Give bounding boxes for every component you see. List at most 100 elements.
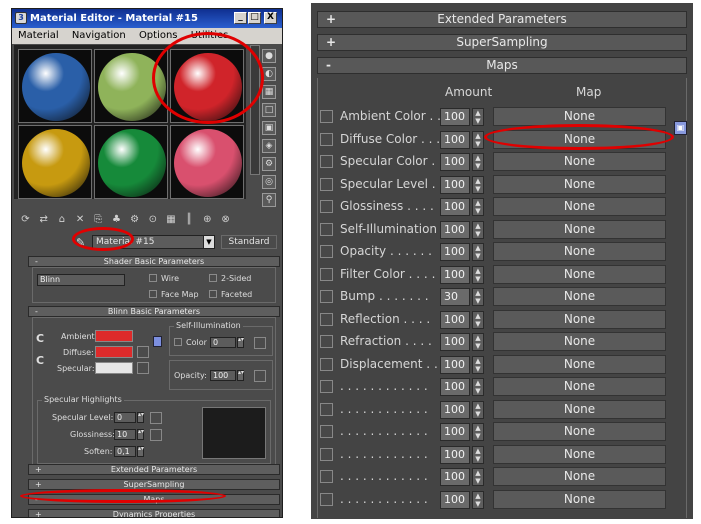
map-amount-spinner[interactable]: ▲ ▼ (472, 468, 484, 486)
sample-slot-3[interactable] (170, 49, 244, 123)
map-enable-checkbox[interactable] (320, 402, 333, 416)
map-amount-field[interactable]: 100 (440, 108, 470, 126)
map-enable-checkbox[interactable] (320, 132, 333, 146)
sample-slot-2[interactable] (94, 49, 168, 123)
rollout-supersampling[interactable]: + SuperSampling (28, 479, 280, 490)
map-amount-field[interactable]: 100 (440, 400, 470, 419)
background-icon[interactable]: ▦ (262, 85, 276, 99)
close-button[interactable]: X (264, 12, 277, 24)
ambient-color-swatch[interactable] (95, 330, 133, 342)
self-illum-color-checkbox[interactable] (174, 338, 182, 346)
assign-icon[interactable]: ⌂ (54, 214, 69, 225)
map-enable-checkbox[interactable] (320, 380, 333, 393)
self-illum-value[interactable]: 0 (210, 337, 236, 348)
map-enable-checkbox[interactable] (320, 470, 333, 483)
map-amount-spinner[interactable]: ▲ ▼ (472, 288, 484, 306)
material-name-field[interactable]: Material #15 (92, 235, 204, 249)
map-amount-field[interactable]: 100 (440, 220, 470, 239)
map-slot-button[interactable]: None (493, 264, 666, 284)
map-amount-spinner[interactable]: ▲ ▼ (472, 265, 484, 284)
opacity-map-button[interactable] (254, 370, 266, 382)
map-amount-field[interactable]: 100 (440, 468, 470, 486)
sample-slot-4[interactable] (18, 125, 92, 199)
get-material-icon[interactable]: ⟳ (18, 214, 33, 225)
map-slot-button[interactable]: None (493, 129, 666, 149)
map-slot-button[interactable]: None (493, 422, 666, 441)
rollout-blinn-basic[interactable]: - Blinn Basic Parameters (28, 306, 280, 317)
map-enable-checkbox[interactable] (320, 425, 333, 438)
slot-scrollbar[interactable] (250, 45, 260, 175)
options-icon[interactable]: ⚙ (262, 157, 276, 171)
map-enable-checkbox[interactable] (320, 290, 333, 303)
map-amount-field[interactable]: 100 (440, 310, 470, 329)
map-amount-field[interactable]: 100 (440, 490, 470, 509)
rollout-shader-basic[interactable]: - Shader Basic Parameters (28, 256, 280, 267)
map-amount-field[interactable]: 100 (440, 175, 470, 194)
map-amount-spinner[interactable]: ▲ ▼ (472, 400, 484, 419)
material-dropdown-arrow[interactable]: ▼ (203, 235, 215, 249)
map-slot-button[interactable]: None (493, 242, 666, 261)
map-amount-spinner[interactable]: ▲ ▼ (472, 108, 484, 126)
map-amount-spinner[interactable]: ▲ ▼ (472, 490, 484, 509)
rollout-extended-parameters[interactable]: + Extended Parameters (317, 11, 687, 28)
map-amount-field[interactable]: 100 (440, 333, 470, 351)
video-color-icon[interactable]: ▣ (262, 121, 276, 135)
rollout-maps[interactable]: - Maps (28, 494, 280, 505)
map-enable-checkbox[interactable] (320, 155, 333, 168)
put-to-scene-icon[interactable]: ⇄ (36, 214, 51, 225)
map-amount-field[interactable]: 100 (440, 445, 470, 464)
map-amount-spinner[interactable]: ▲ ▼ (472, 423, 484, 441)
maximize-button[interactable]: □ (248, 12, 261, 24)
map-slot-button[interactable]: None (493, 197, 666, 216)
map-enable-checkbox[interactable] (320, 177, 333, 191)
face-map-checkbox[interactable] (149, 290, 157, 298)
lock-icon[interactable]: ▣ (674, 121, 687, 135)
make-preview-icon[interactable]: ◈ (262, 139, 276, 153)
map-enable-checkbox[interactable] (320, 222, 333, 236)
diffuse-map-button[interactable] (137, 346, 149, 358)
map-amount-field[interactable]: 100 (440, 423, 470, 441)
map-amount-spinner[interactable]: ▲ ▼ (472, 130, 484, 149)
specular-level-value[interactable]: 0 (114, 412, 136, 423)
faceted-checkbox[interactable] (209, 290, 217, 298)
material-navigator-icon[interactable]: ⚲ (262, 193, 276, 207)
map-slot-button[interactable]: None (493, 107, 666, 126)
wire-checkbox[interactable] (149, 274, 157, 282)
effects-channel-icon[interactable]: ⊙ (145, 214, 160, 225)
sample-type-icon[interactable]: ● (262, 49, 276, 63)
map-amount-field[interactable]: 100 (440, 378, 470, 396)
sample-slot-6[interactable] (170, 125, 244, 199)
map-amount-field[interactable]: 100 (440, 198, 470, 216)
show-map-icon[interactable]: ▦ (164, 214, 179, 225)
material-type-button[interactable]: Standard (221, 235, 277, 249)
soften-spinner[interactable]: ▴▾ (137, 446, 144, 457)
lock-ambient-diffuse-icon[interactable]: C (36, 332, 44, 345)
lock-icon[interactable] (153, 336, 162, 347)
map-slot-button[interactable]: None (493, 444, 666, 464)
map-amount-field[interactable]: 100 (440, 130, 470, 149)
minimize-button[interactable]: _ (234, 12, 247, 24)
go-parent-icon[interactable]: ⊕ (200, 214, 215, 225)
map-amount-field[interactable]: 100 (440, 265, 470, 284)
map-slot-button[interactable]: None (493, 399, 666, 419)
two-sided-checkbox[interactable] (209, 274, 217, 282)
copy-icon[interactable]: ⎘ (91, 214, 106, 225)
map-enable-checkbox[interactable] (320, 335, 333, 348)
map-enable-checkbox[interactable] (320, 357, 333, 371)
shader-select[interactable]: Blinn (37, 274, 125, 286)
self-illum-map-button[interactable] (254, 337, 266, 349)
specular-map-button[interactable] (137, 362, 149, 374)
map-enable-checkbox[interactable] (320, 267, 333, 281)
map-amount-spinner[interactable]: ▲ ▼ (472, 445, 484, 464)
map-enable-checkbox[interactable] (320, 200, 333, 213)
map-slot-button[interactable]: None (493, 287, 666, 306)
map-enable-checkbox[interactable] (320, 110, 333, 123)
map-amount-spinner[interactable]: ▲ ▼ (472, 378, 484, 396)
uv-tiling-icon[interactable]: □ (262, 103, 276, 117)
map-slot-button[interactable]: None (493, 219, 666, 239)
rollout-supersampling[interactable]: + SuperSampling (317, 34, 687, 51)
map-amount-spinner[interactable]: ▲ ▼ (472, 198, 484, 216)
map-slot-button[interactable]: None (493, 152, 666, 171)
map-slot-button[interactable]: None (493, 174, 666, 194)
rollout-maps[interactable]: - Maps (317, 57, 687, 74)
